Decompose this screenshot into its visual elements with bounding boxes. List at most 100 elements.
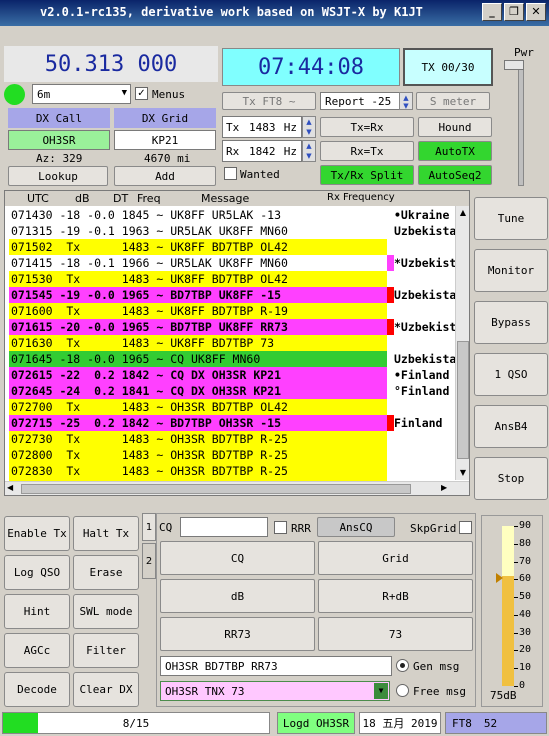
- gen-msg-radio[interactable]: [396, 659, 409, 672]
- power-slider-handle[interactable]: [504, 60, 524, 70]
- decode-marker: [387, 383, 394, 399]
- cq-freq-field[interactable]: [180, 517, 268, 537]
- swl-mode-button[interactable]: SWL mode: [73, 594, 139, 629]
- report-spin-arrows[interactable]: ▲ ▼: [399, 92, 413, 110]
- decode-country: [394, 447, 455, 463]
- mode-button[interactable]: Tx FT8 ~: [222, 92, 316, 110]
- cq-button[interactable]: CQ: [160, 541, 315, 575]
- autotx-button[interactable]: AutoTX: [418, 141, 492, 161]
- scroll-down-icon[interactable]: ▼: [456, 466, 469, 480]
- meter-tick-label: 80: [519, 537, 532, 549]
- stop-button[interactable]: Stop: [474, 457, 548, 500]
- maximize-button[interactable]: ❐: [504, 3, 524, 21]
- scroll-left-icon[interactable]: ◀: [7, 483, 13, 492]
- lookup-button[interactable]: Lookup: [8, 166, 108, 186]
- minimize-button[interactable]: _: [482, 3, 502, 21]
- meter-tick: [514, 668, 518, 670]
- dx-grid-field[interactable]: KP21: [114, 130, 216, 150]
- decode-message: 072700 Tx 1483 ~ OH3SR BD7TBP OL42: [9, 399, 387, 415]
- decode-row[interactable]: 072800 Tx 1483 ~ OH3SR BD7TBP R-25: [5, 447, 455, 463]
- decode-row[interactable]: 072700 Tx 1483 ~ OH3SR BD7TBP OL42: [5, 399, 455, 415]
- autoseq-button[interactable]: AutoSeq2: [418, 165, 492, 185]
- tune-button[interactable]: Tune: [474, 197, 548, 240]
- rx-freq-spin-arrows[interactable]: ▲ ▼: [302, 140, 316, 162]
- decode-window[interactable]: UTC dB DT Freq Message Rx Frequency 0714…: [4, 190, 470, 496]
- skpgrid-checkbox[interactable]: [459, 521, 472, 534]
- grid-button[interactable]: Grid: [318, 541, 473, 575]
- hscroll-thumb[interactable]: [21, 484, 411, 494]
- decode-row[interactable]: 071615 -20 -0.0 1965 ~ BD7TBP UK8FF RR73…: [5, 319, 455, 335]
- hint-button[interactable]: Hint: [4, 594, 70, 629]
- filter-button[interactable]: Filter: [73, 633, 139, 668]
- free-msg-radio[interactable]: [396, 684, 409, 697]
- erase-button[interactable]: Erase: [73, 555, 139, 590]
- hound-button[interactable]: Hound: [418, 117, 492, 137]
- band-value: 6m: [37, 87, 51, 101]
- band-select[interactable]: 6m ▼: [32, 84, 131, 104]
- decode-row[interactable]: 071630 Tx 1483 ~ UK8FF BD7TBP 73: [5, 335, 455, 351]
- dx-call-field[interactable]: OH3SR: [8, 130, 110, 150]
- decode-row[interactable]: 071530 Tx 1483 ~ UK8FF BD7TBP OL42: [5, 271, 455, 287]
- decode-row[interactable]: 072730 Tx 1483 ~ OH3SR BD7TBP R-25: [5, 431, 455, 447]
- gen-msg-field[interactable]: OH3SR BD7TBP RR73: [160, 656, 392, 676]
- decode-row[interactable]: 072615 -22 0.2 1842 ~ CQ DX OH3SR KP21 •F…: [5, 367, 455, 383]
- smeter-button[interactable]: S meter: [416, 92, 490, 110]
- r-db-button[interactable]: R+dB: [318, 579, 473, 613]
- agcc-button[interactable]: AGCc: [4, 633, 70, 668]
- decode-button[interactable]: Decode: [4, 672, 70, 707]
- wanted-checkbox[interactable]: [224, 167, 237, 180]
- tx-eq-rx-button[interactable]: Tx=Rx: [320, 117, 414, 137]
- decode-row[interactable]: 071600 Tx 1483 ~ UK8FF BD7TBP R-19: [5, 303, 455, 319]
- decode-row[interactable]: 071430 -18 -0.0 1845 ~ UK8FF UR5LAK -13 •…: [5, 207, 455, 223]
- enable-tx-button[interactable]: Enable Tx: [4, 516, 70, 551]
- chevron-down-icon[interactable]: ▼: [374, 683, 388, 699]
- add-button[interactable]: Add: [114, 166, 216, 186]
- bypass-button[interactable]: Bypass: [474, 301, 548, 344]
- gen-msg-label: Gen msg: [413, 660, 460, 673]
- decode-row[interactable]: 072830 Tx 1483 ~ OH3SR BD7TBP R-25: [5, 463, 455, 479]
- menus-checkbox[interactable]: ✓: [135, 87, 148, 100]
- decode-row[interactable]: 071545 -19 -0.0 1965 ~ BD7TBP UK8FF -15 U…: [5, 287, 455, 303]
- db-button[interactable]: dB: [160, 579, 315, 613]
- decode-message: 071315 -19 -0.1 1963 ~ UR5LAK UK8FF MN60: [9, 223, 387, 239]
- decode-row[interactable]: 072715 -25 0.2 1842 ~ BD7TBP OH3SR -15 Fi…: [5, 415, 455, 431]
- scroll-thumb[interactable]: [457, 341, 469, 459]
- scroll-right-icon[interactable]: ▶: [441, 483, 447, 492]
- header-freq: Freq: [137, 192, 161, 205]
- close-button[interactable]: ✕: [526, 3, 546, 21]
- ansb4-button[interactable]: AnsB4: [474, 405, 548, 448]
- decode-marker: [387, 335, 394, 351]
- meter-tick-label: 40: [519, 608, 532, 620]
- decode-row[interactable]: 071645 -18 -0.0 1965 ~ CQ UK8FF MN60 Uzbe…: [5, 351, 455, 367]
- tx-freq-spin-arrows[interactable]: ▲ ▼: [302, 116, 316, 138]
- 73-button[interactable]: 73: [318, 617, 473, 651]
- meter-tick: [514, 579, 518, 581]
- halt-tx-button[interactable]: Halt Tx: [73, 516, 139, 551]
- rx-eq-tx-button[interactable]: Rx=Tx: [320, 141, 414, 161]
- decode-row[interactable]: 071502 Tx 1483 ~ UK8FF BD7TBP OL42: [5, 239, 455, 255]
- anscq-button[interactable]: AnsCQ: [317, 517, 395, 537]
- decode-message: 071530 Tx 1483 ~ UK8FF BD7TBP OL42: [9, 271, 387, 287]
- clear-dx-button[interactable]: Clear DX: [73, 672, 139, 707]
- decode-scrollbar[interactable]: ▲ ▼: [455, 206, 469, 480]
- decode-marker: [387, 303, 394, 319]
- meter-bar-fill: [502, 575, 514, 686]
- decode-row[interactable]: 072645 -24 0.2 1841 ~ CQ DX OH3SR KP21 °F…: [5, 383, 455, 399]
- scroll-up-icon[interactable]: ▲: [456, 206, 469, 220]
- log-qso-button[interactable]: Log QSO: [4, 555, 70, 590]
- one-qso-button[interactable]: 1 QSO: [474, 353, 548, 396]
- free-msg-field[interactable]: OH3SR TNX 73 ▼: [160, 681, 390, 701]
- monitor-button[interactable]: Monitor: [474, 249, 548, 292]
- rr73-button[interactable]: RR73: [160, 617, 315, 651]
- tab-1[interactable]: 1: [142, 513, 156, 541]
- rrr-checkbox[interactable]: [274, 521, 287, 534]
- tab-2[interactable]: 2: [142, 543, 156, 579]
- tx-rx-split-button[interactable]: Tx/Rx Split: [320, 165, 414, 185]
- tx-freq-unit: Hz: [283, 120, 297, 134]
- decode-row[interactable]: 071415 -18 -0.1 1966 ~ UR5LAK UK8FF MN60…: [5, 255, 455, 271]
- meter-tick-label: 0: [519, 680, 526, 691]
- power-slider[interactable]: [518, 60, 524, 186]
- decode-row[interactable]: 071315 -19 -0.1 1963 ~ UR5LAK UK8FF MN60…: [5, 223, 455, 239]
- report-spinbox[interactable]: Report -25: [320, 92, 400, 110]
- decode-hscrollbar[interactable]: ◀ ▶: [5, 481, 469, 495]
